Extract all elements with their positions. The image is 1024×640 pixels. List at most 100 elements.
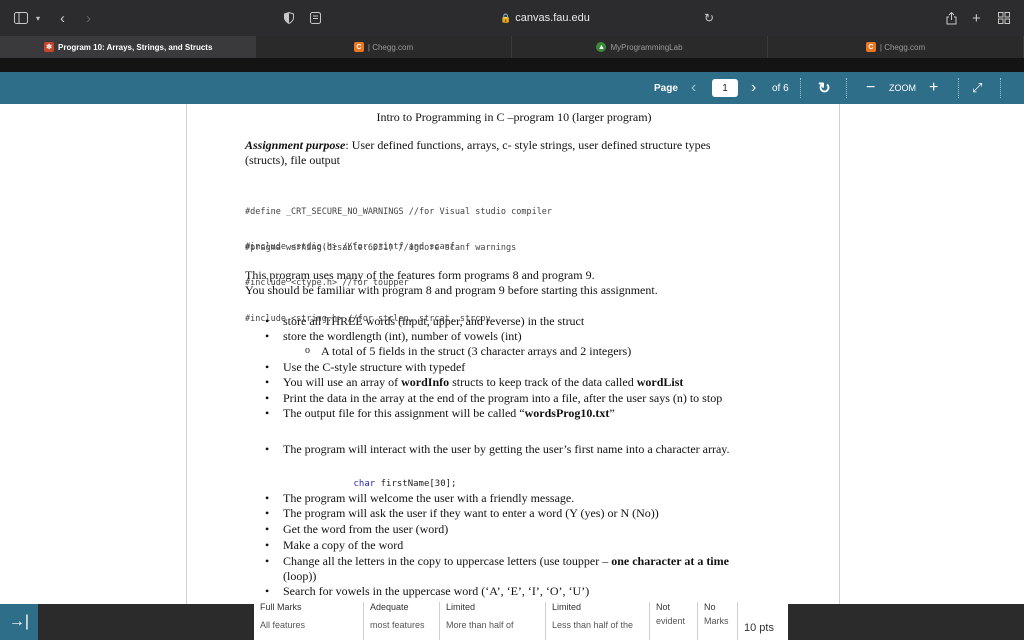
arrow-right-bar-icon: →|	[8, 613, 30, 630]
rubric-points: 10 pts	[744, 622, 774, 634]
reload-icon[interactable]: ↻	[704, 9, 714, 27]
tab-bar: ✻ Program 10: Arrays, Strings, and Struc…	[0, 36, 1024, 58]
code-text: firstName[30];	[375, 479, 457, 489]
rubric-cell: Limited More than half of	[440, 602, 546, 640]
rotate-icon[interactable]: ↻	[818, 72, 831, 104]
rubric-desc: Less than half of the	[552, 620, 634, 630]
zoom-out-icon[interactable]: −	[866, 72, 875, 104]
divider	[958, 78, 959, 98]
next-page-icon[interactable]: ›	[751, 72, 756, 104]
rubric-title: Not	[656, 602, 671, 612]
tab-label: | Chegg.com	[367, 42, 414, 52]
sidebar-toggle-icon[interactable]	[14, 9, 28, 27]
bottom-right-background	[788, 604, 1024, 640]
code-line: #include <stdio.h> //for printf and scan…	[245, 242, 455, 252]
text-bold: wordInfo	[401, 375, 450, 389]
expand-sidebar-button[interactable]: →|	[0, 604, 38, 640]
intro-line-2: You should be familiar with program 8 an…	[245, 283, 658, 297]
rubric-cell: No Marks	[698, 602, 738, 640]
tab-label: Program 10: Arrays, Strings, and Structs	[58, 42, 213, 52]
tab-chegg-2[interactable]: C | Chegg.com	[768, 36, 1024, 58]
rubric-title: Limited	[446, 602, 476, 612]
tab-overview-icon[interactable]	[998, 9, 1010, 27]
list-item: Change all the letters in the copy to up…	[265, 554, 763, 584]
text: (loop))	[283, 569, 317, 583]
back-icon[interactable]: ‹	[60, 9, 65, 27]
tab-chegg-1[interactable]: C | Chegg.com	[256, 36, 512, 58]
text: You will use an array of	[283, 375, 402, 389]
list-item: The output file for this assignment will…	[265, 406, 763, 421]
text: Change all the letters in the copy to up…	[283, 554, 612, 568]
page-count: of 6	[772, 82, 789, 94]
page-label: Page	[654, 82, 678, 94]
list-item: Use the C-style structure with typedef	[265, 360, 763, 375]
zoom-in-icon[interactable]: +	[929, 72, 938, 104]
rubric-cell: Adequate most features	[364, 602, 440, 640]
page-number-input[interactable]: 1	[712, 72, 738, 104]
divider	[800, 78, 801, 98]
rubric-desc: evident	[656, 616, 686, 626]
chegg-favicon-icon: C	[865, 42, 876, 52]
list-item: Search for vowels in the uppercase word …	[265, 584, 763, 599]
assignment-purpose: Assignment purpose: User defined functio…	[245, 138, 765, 168]
viewer-top-strip	[0, 58, 1024, 72]
rubric-cell: Not evident	[650, 602, 698, 640]
text-bold: one character at a time	[611, 554, 729, 568]
code-keyword: char	[353, 479, 376, 489]
rubric-title: Adequate	[370, 602, 409, 612]
share-icon[interactable]	[946, 9, 957, 27]
rubric-desc: More than half of	[446, 620, 514, 630]
new-tab-icon[interactable]: +	[972, 9, 981, 27]
list-item: Print the data in the array at the end o…	[265, 391, 763, 406]
address-bar[interactable]: 🔒 canvas.fau.edu	[360, 6, 730, 30]
tab-program10[interactable]: ✻ Program 10: Arrays, Strings, and Struc…	[0, 36, 256, 58]
zoom-label: ZOOM	[889, 83, 916, 93]
shield-icon[interactable]	[284, 9, 294, 27]
forward-icon[interactable]: ›	[86, 9, 91, 27]
rubric-title: Full Marks	[260, 602, 302, 612]
reader-icon[interactable]	[310, 9, 321, 27]
purpose-label: Assignment purpose	[245, 138, 346, 152]
lock-icon: 🔒	[500, 12, 512, 23]
canvas-favicon-icon: ✻	[44, 42, 54, 52]
divider	[846, 78, 847, 98]
pdf-page: Intro to Programming in C –program 10 (l…	[186, 104, 840, 604]
doc-title: Intro to Programming in C –program 10 (l…	[376, 110, 652, 124]
rubric-title: Limited	[552, 602, 582, 612]
text-bold: wordsProg10.txt	[524, 406, 610, 420]
list-item: You will use an array of wordInfo struct…	[265, 375, 763, 390]
address-text: canvas.fau.edu	[515, 12, 590, 24]
chegg-favicon-icon: C	[353, 42, 364, 52]
prev-page-icon[interactable]: ‹	[691, 72, 696, 104]
list-item: The program will interact with the user …	[265, 442, 763, 457]
chevron-down-icon[interactable]: ▾	[36, 9, 40, 27]
intro-line-1: This program uses many of the features f…	[245, 268, 595, 282]
list-item: store all THREE words (input, upper, and…	[265, 314, 763, 329]
pdf-viewer[interactable]: Intro to Programming in C –program 10 (l…	[0, 104, 1024, 604]
rubric-desc: most features	[370, 620, 425, 630]
list-item: Make a copy of the word	[265, 538, 763, 553]
text: ”	[609, 406, 615, 420]
tab-label: | Chegg.com	[879, 42, 926, 52]
tab-myprogramminglab[interactable]: ▲ MyProgrammingLab	[512, 36, 768, 58]
bottom-left-background	[38, 604, 254, 640]
tab-label: MyProgrammingLab	[610, 42, 683, 52]
fullscreen-icon[interactable]: ⤢	[972, 72, 982, 104]
list-item: Get the word from the user (word)	[265, 522, 763, 537]
purpose-text: : User defined functions, arrays, c- sty…	[345, 138, 711, 152]
rubric-cell: Limited Less than half of the	[546, 602, 650, 640]
intro-paragraph: This program uses many of the features f…	[245, 268, 765, 298]
divider	[1000, 78, 1001, 98]
list-item: The program will welcome the user with a…	[265, 491, 763, 506]
rubric-table: Full Marks All features Adequate most fe…	[254, 602, 788, 640]
list-item: The program will ask the user if they wa…	[265, 506, 763, 521]
rubric-desc: All features	[260, 620, 306, 630]
text: The output file for this assignment will…	[283, 406, 525, 420]
list-item: store the wordlength (int), number of vo…	[265, 329, 763, 344]
text-bold: wordList	[636, 375, 684, 389]
rubric-points-cell: 10 pts	[738, 602, 788, 640]
text: structs to keep track of the data called	[449, 375, 637, 389]
purpose-text-2: (structs), file output	[245, 153, 340, 167]
pdf-toolbar: Page ‹ 1 › of 6 ↻ − ZOOM + ⤢	[0, 72, 1024, 104]
rubric-title: No	[704, 602, 716, 612]
